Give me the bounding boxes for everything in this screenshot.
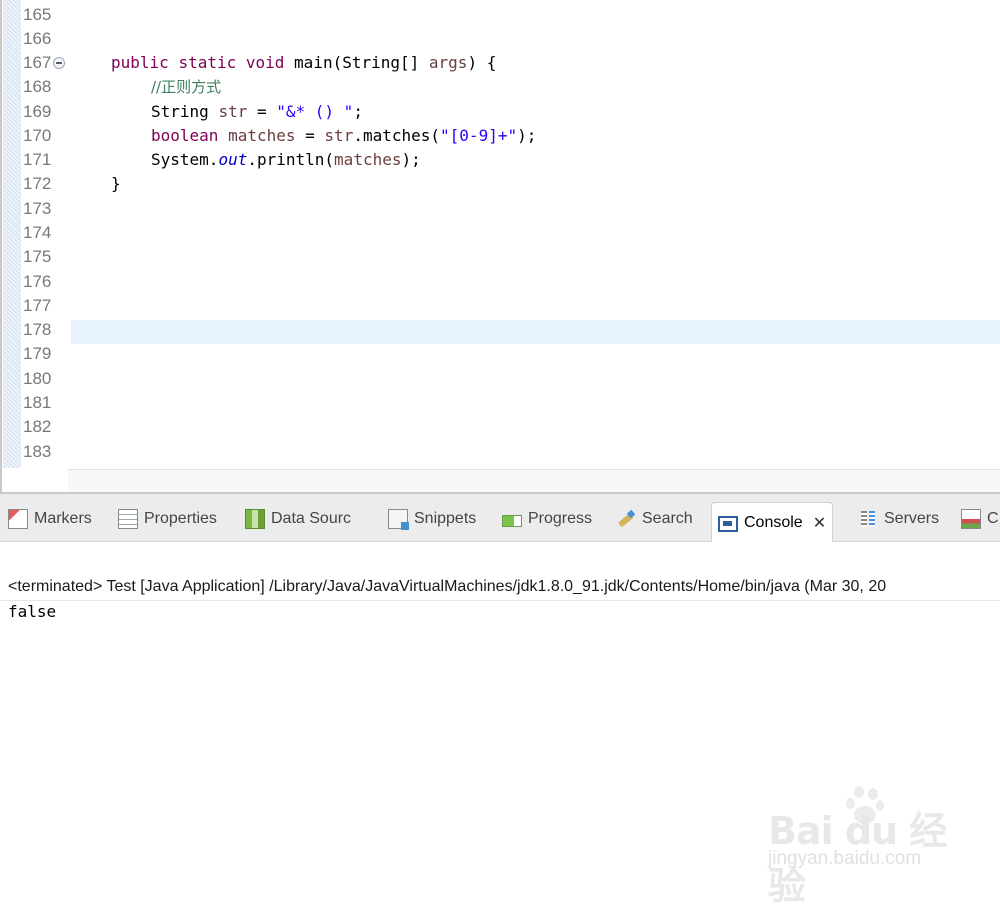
keyword: public [111, 53, 169, 72]
method-call: .println( [247, 150, 335, 169]
tab-label: Console [744, 513, 803, 531]
coverage-icon [961, 509, 981, 529]
line-number: 174 [23, 223, 52, 242]
tab-label: Properties [144, 510, 217, 527]
line-number: 178 [23, 320, 52, 339]
editor-left-border [0, 0, 2, 494]
markers-icon [8, 509, 28, 529]
operator: = [295, 126, 325, 145]
variable: str [324, 126, 354, 145]
line-number: 166 [23, 29, 52, 48]
console-icon [718, 515, 738, 532]
close-icon[interactable]: ✕ [813, 513, 826, 533]
class-name: System. [151, 150, 219, 169]
servers-icon [858, 509, 878, 529]
watermark-url: jingyan.baidu.com [768, 848, 922, 869]
code-line-172[interactable]: } [111, 172, 121, 196]
variable: str [218, 102, 248, 121]
variable: matches [228, 126, 296, 145]
view-tab-bar: Markers Properties Data Sourc Snippets P… [0, 494, 1000, 542]
keyword: boolean [151, 126, 219, 145]
code-line-167[interactable]: public static void main(String[] args) { [111, 51, 496, 75]
tab-markers[interactable]: Markers [8, 502, 92, 536]
snippets-icon [388, 509, 409, 530]
code-line-168[interactable]: //正则方式 [151, 75, 221, 99]
method-signature: main(String[] [294, 53, 429, 72]
search-icon [616, 509, 636, 529]
tab-label: Search [642, 510, 693, 527]
console-process-label: <terminated> Test [Java Application] /Li… [8, 578, 887, 595]
code-punct: } [111, 174, 121, 193]
static-field: out [218, 150, 248, 169]
line-number: 183 [23, 442, 52, 461]
line-number: 173 [23, 199, 52, 218]
keyword: static [178, 53, 237, 72]
keyword: void [245, 53, 285, 72]
code-comment: //正则方式 [151, 78, 222, 96]
collapse-minus-icon[interactable] [53, 57, 65, 69]
console-divider [0, 600, 1000, 601]
code-editor[interactable]: 165 166 167 168 169 170 171 172 173 174 … [0, 0, 1000, 494]
line-number: 170 [23, 126, 52, 145]
tab-servers[interactable]: Servers [858, 502, 939, 536]
line-number: 182 [23, 417, 52, 436]
line-number: 167 [23, 53, 52, 72]
line-number: 175 [23, 247, 52, 266]
string-literal: "[0-9]+" [440, 126, 518, 145]
current-line-highlight [71, 320, 1000, 344]
line-number: 176 [23, 272, 52, 291]
tab-label: Progress [528, 510, 593, 527]
tab-snippets[interactable]: Snippets [388, 502, 476, 536]
tab-label: Snippets [414, 510, 477, 527]
line-number: 177 [23, 296, 52, 315]
line-number: 179 [23, 344, 52, 363]
method-call: .matches( [353, 126, 441, 145]
tab-label: C [987, 510, 999, 527]
annotation-ruler [3, 0, 21, 468]
string-literal: "&* () " [276, 102, 354, 121]
operator: = [247, 102, 277, 121]
line-number: 169 [23, 102, 52, 121]
variable: matches [334, 150, 402, 169]
line-number: 171 [23, 150, 52, 169]
code-punct: ; [353, 102, 363, 121]
line-number: 172 [23, 174, 52, 193]
line-number: 180 [23, 369, 52, 388]
code-punct: ); [517, 126, 537, 145]
tab-coverage[interactable]: C [961, 502, 999, 536]
line-number: 165 [23, 5, 52, 24]
tab-search[interactable]: Search [616, 502, 693, 536]
tab-properties[interactable]: Properties [118, 502, 217, 536]
tab-progress[interactable]: Progress [502, 502, 592, 536]
baidu-watermark: Bai du 经验 jingyan.baidu.com [768, 786, 968, 908]
code-punct: ) { [467, 53, 497, 72]
code-line-171[interactable]: System.out.println(matches); [151, 148, 421, 172]
type-name: String [151, 102, 219, 121]
progress-icon [502, 515, 522, 527]
horizontal-scrollbar[interactable] [68, 469, 1000, 494]
line-number: 168 [23, 77, 52, 96]
line-number: 181 [23, 393, 52, 412]
tab-data-source[interactable]: Data Sourc [245, 502, 351, 536]
data-source-icon [245, 509, 265, 529]
tab-label: Markers [34, 510, 92, 527]
tab-console[interactable]: Console ✕ [711, 502, 834, 542]
properties-icon [118, 509, 138, 529]
code-punct: ); [401, 150, 421, 169]
console-output[interactable]: false [8, 602, 56, 621]
code-line-170[interactable]: boolean matches = str.matches("[0-9]+"); [151, 124, 536, 148]
parameter: args [428, 53, 468, 72]
tab-label: Data Sourc [271, 510, 352, 527]
code-line-169[interactable]: String str = "&* () "; [151, 100, 363, 124]
tab-label: Servers [884, 510, 940, 527]
